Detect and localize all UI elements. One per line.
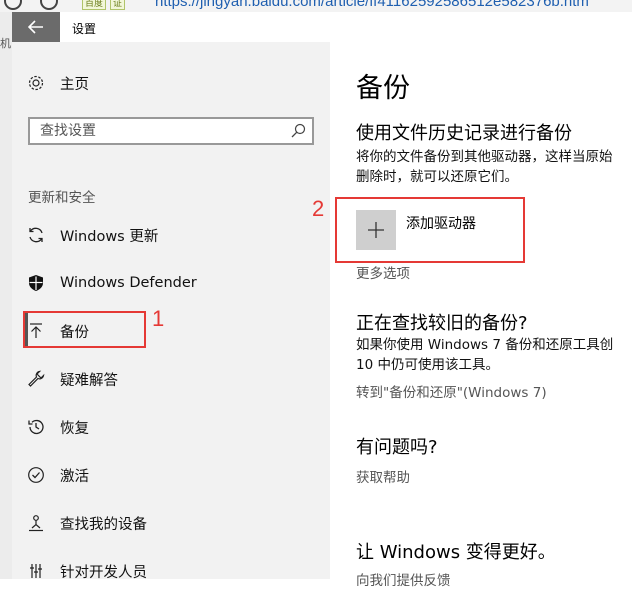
improve-heading: 让 Windows 变得更好。 [356,542,556,563]
sidebar-item-recovery[interactable]: 恢复 [26,415,89,439]
browser-back-icon[interactable] [4,0,22,10]
sidebar-item-label: 针对开发人员 [60,564,147,581]
sidebar-item-find-my-device[interactable]: 查找我的设备 [26,511,147,535]
gear-icon [26,73,46,93]
sidebar-item-label: 查找我的设备 [60,516,147,533]
older-backup-heading: 正在查找较旧的备份? [356,313,528,334]
sidebar-item-troubleshoot[interactable]: 疑难解答 [26,367,118,391]
older-backup-desc-line2: 10 中仍可使用该工具。 [356,357,499,373]
check-circle-icon [26,465,46,485]
sidebar-item-label: 主页 [60,76,89,93]
shield-icon [26,273,46,293]
annotation-box-2 [335,197,525,263]
more-options-link[interactable]: 更多选项 [356,262,410,282]
sidebar-item-windows-update[interactable]: Windows 更新 [26,223,158,247]
settings-search[interactable] [28,117,314,145]
history-icon [26,417,46,437]
arrow-left-icon [28,20,43,34]
browser-side-strip: 机 [0,12,12,579]
sidebar-item-label: Windows 更新 [60,228,159,245]
wrench-icon [26,369,46,389]
file-history-heading: 使用文件历史记录进行备份 [356,123,572,144]
sidebar-item-label: Windows Defender [60,275,197,291]
page-title: 备份 [356,73,410,104]
address-bar-url[interactable]: https://jingyan.baidu.com/article/ff4116… [155,0,589,10]
older-backup-desc-line1: 如果你使用 Windows 7 备份和还原工具创 [356,337,614,353]
side-strip-text: 机 [0,37,11,50]
sidebar-item-for-developers[interactable]: 针对开发人员 [26,559,147,583]
questions-heading: 有问题吗? [356,437,438,458]
annotation-number-2: 2 [312,196,325,221]
developer-icon [26,561,46,581]
sidebar-item-label: 恢复 [60,420,89,437]
backup-restore-link[interactable]: 转到"备份和还原"(Windows 7) [356,381,547,401]
file-history-desc-line2: 删除时，就可以还原它们。 [356,169,518,185]
sidebar-item-label: 激活 [60,468,89,485]
sidebar-item-label: 疑难解答 [60,372,118,389]
sync-icon [26,225,46,245]
sidebar-item-activation[interactable]: 激活 [26,463,89,487]
annotation-number-1: 1 [152,306,165,331]
feedback-link[interactable]: 向我们提供反馈 [356,569,451,589]
back-button[interactable] [12,12,60,42]
browser-toolbar: 百度 证 https://jingyan.baidu.com/article/f… [0,0,632,12]
annotation-box-1 [23,311,146,348]
search-icon[interactable] [290,123,306,143]
get-help-link[interactable]: 获取帮助 [356,466,410,486]
person-locate-icon [26,513,46,533]
file-history-desc-line1: 将你的文件备份到其他驱动器，这样当原始 [356,149,613,165]
search-input[interactable] [30,119,280,143]
window-titlebar [12,12,632,42]
window-title: 设置 [72,22,97,36]
cert-badge: 证 [110,0,126,10]
sidebar-item-home[interactable]: 主页 [26,71,89,95]
sidebar-item-windows-defender[interactable]: Windows Defender [26,271,197,295]
site-badge: 百度 [82,0,107,10]
section-title: 更新和安全 [28,190,96,206]
browser-forward-icon[interactable] [40,0,58,10]
